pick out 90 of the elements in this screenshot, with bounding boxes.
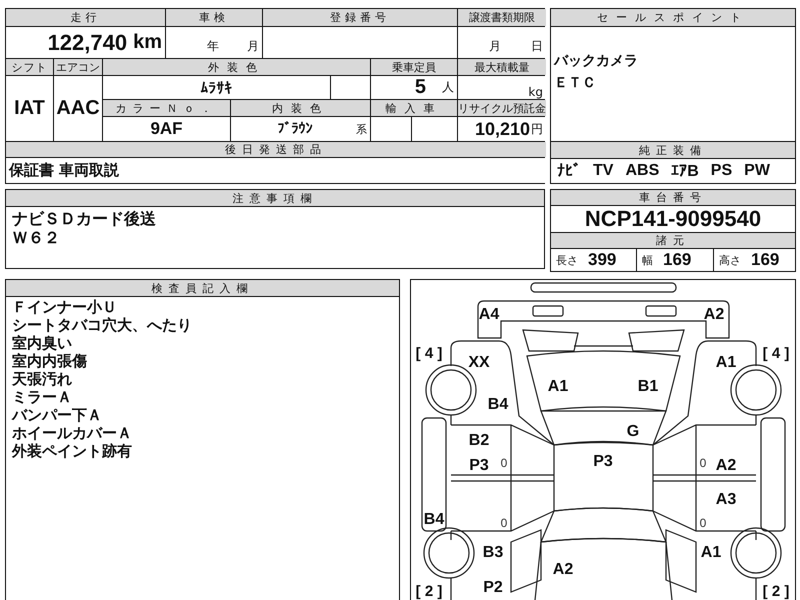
later-parts-value: 保証書 車両取説 <box>9 161 120 180</box>
panel-note: 0 <box>500 456 508 470</box>
damage-code: A1 <box>716 354 736 371</box>
month-label: 月 <box>489 38 501 55</box>
color-number-value: 9AF <box>150 119 183 139</box>
spec-value: 399 <box>588 250 616 270</box>
damage-code: A2 <box>716 457 736 474</box>
column-header: 後日発送部品 <box>6 142 546 157</box>
damage-code: A2 <box>704 306 724 323</box>
damage-code: A2 <box>552 561 574 578</box>
column-header: 注意事項欄 <box>6 190 544 207</box>
note-text: ナビＳＤカード後送 <box>12 209 157 228</box>
column-header: 純正装備 <box>551 142 795 159</box>
tire-grade: [ 4 ] <box>762 345 790 362</box>
tire-grade: [ 2 ] <box>416 583 442 600</box>
column-header: 乗車定員 <box>371 59 457 75</box>
spec-label: 幅 <box>642 252 653 268</box>
damage-code: P3 <box>469 457 489 474</box>
inspector-note: ミラーＡ <box>12 388 73 406</box>
damage-code: A3 <box>716 491 736 508</box>
inspector-note: 室内臭い <box>12 334 73 352</box>
damage-code: P2 <box>483 579 503 596</box>
panel-note: 0 <box>700 456 706 470</box>
equipment-item: PS <box>710 162 732 180</box>
unit-label: 円 <box>531 120 543 138</box>
unit-label: 人 <box>442 79 454 96</box>
interior-color-value: ﾌﾞﾗｳﾝ <box>278 121 312 137</box>
year-label: 年 <box>207 38 219 55</box>
inspector-note: シートタバコ穴大、へたり <box>12 316 193 334</box>
damage-code: B4 <box>488 396 508 413</box>
column-header: 外装色 <box>103 59 370 75</box>
column-header: 内装色 <box>231 100 370 116</box>
equipment-item: ABS <box>625 162 660 180</box>
sales-point-text: ＥＴＣ <box>554 74 597 93</box>
spec-value: 169 <box>751 250 780 270</box>
column-header: カラーＮｏ． <box>103 100 230 116</box>
damage-code: B4 <box>424 511 444 528</box>
damage-code: XX <box>468 354 490 371</box>
damage-code: A1 <box>548 378 568 395</box>
damage-code: A1 <box>700 544 722 561</box>
sales-point-text: バックカメラ <box>554 52 639 71</box>
unit-label: km <box>133 31 162 54</box>
equipment-item: PW <box>744 162 770 180</box>
damage-code: B3 <box>482 544 504 561</box>
column-header: リサイクル預託金 <box>458 100 546 116</box>
damage-code: B1 <box>638 378 658 395</box>
damage-code: G <box>626 423 640 440</box>
unit-label: 系 <box>356 122 367 136</box>
spec-label: 長さ <box>556 252 578 268</box>
column-header: 最大積載量 <box>458 59 546 75</box>
spec-label: 高さ <box>719 252 741 268</box>
column-header: 車検 <box>166 9 262 26</box>
equipment-item: TV <box>593 162 614 180</box>
damage-code: B2 <box>468 432 490 449</box>
panel-note: 0 <box>700 516 706 530</box>
equipment-item: ﾅﾋﾞ <box>557 162 581 180</box>
damage-code: P3 <box>593 453 613 470</box>
unit-label: kg <box>528 85 543 99</box>
column-header: エアコン <box>54 59 102 75</box>
recycle-fee-value: 10,210 <box>474 118 530 140</box>
column-header: 輸入車 <box>371 100 457 116</box>
month-label: 月 <box>247 38 259 55</box>
column-header: 譲渡書類期限 <box>458 9 546 26</box>
note-text: Ｗ６２ <box>12 228 61 247</box>
chassis-number: NCP141-9099540 <box>584 206 762 232</box>
equipment-item: ｴｱB <box>671 162 699 180</box>
inspector-note: 天張汚れ <box>12 370 73 388</box>
inspector-note: 室内内張傷 <box>12 352 88 370</box>
column-header: 走行 <box>6 9 165 26</box>
spec-value: 169 <box>663 250 692 270</box>
column-header: 車台番号 <box>551 190 795 206</box>
column-header: セールスポイント <box>551 9 795 27</box>
panel-note: 0 <box>500 516 508 530</box>
column-header: シフト <box>6 59 53 75</box>
column-header: 登録番号 <box>263 9 457 26</box>
inspector-note: ホイールカバーＡ <box>12 424 133 442</box>
tire-grade: [ 4 ] <box>416 345 442 362</box>
inspector-note: 外装ペイント跡有 <box>12 442 133 460</box>
capacity-value: 5 <box>414 76 426 99</box>
mileage-value: 122,740 <box>48 30 128 56</box>
damage-code: A4 <box>478 306 500 323</box>
day-label: 日 <box>531 38 543 55</box>
inspector-note: バンパー下Ａ <box>12 406 103 424</box>
column-header: 諸元 <box>551 233 795 250</box>
shift-value: IAT <box>14 97 45 120</box>
column-header: 検査員記入欄 <box>6 280 399 297</box>
exterior-color-value: ﾑﾗｻｷ <box>200 78 232 96</box>
tire-grade: [ 2 ] <box>762 583 790 600</box>
inspector-note: Ｆインナー小Ｕ <box>12 298 118 316</box>
aircon-value: AAC <box>56 97 100 120</box>
